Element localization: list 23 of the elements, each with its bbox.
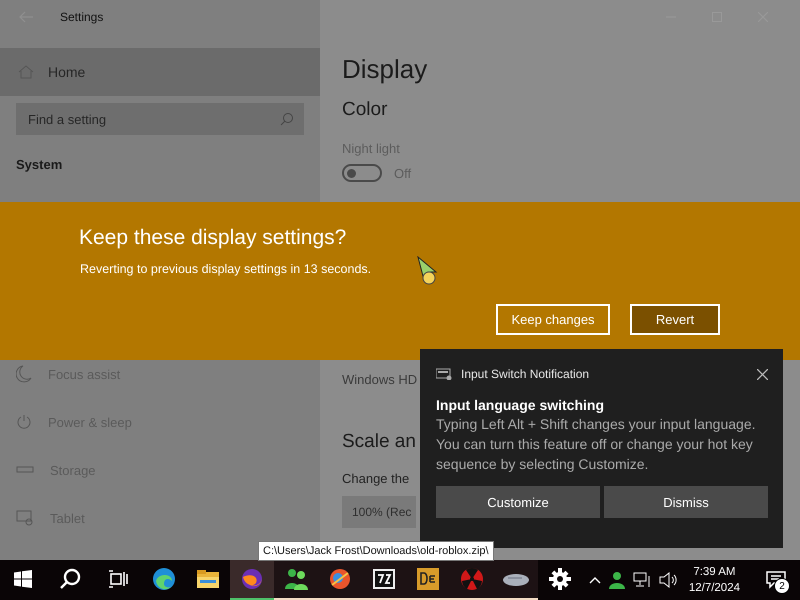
page-title: Display [342, 54, 428, 85]
notification-button[interactable]: Customize [436, 486, 600, 518]
dialog-message: Reverting to previous display settings in 13 seconds. [80, 262, 372, 276]
setting-text: Windows HD [342, 372, 418, 387]
scale-dropdown[interactable]: 100% (Rec [342, 496, 416, 528]
window-title: Settings [60, 10, 104, 24]
notification-app-name: Input Switch Notification [461, 367, 590, 381]
home-nav-item[interactable]: Home [0, 48, 320, 96]
action-center-button[interactable]: 2 [758, 560, 794, 600]
section-heading: Color [342, 99, 388, 121]
setting-label: Change the [342, 471, 410, 486]
path-tooltip: C:\Users\Jack Frost\Downloads\old-roblox.zip\ [258, 541, 494, 561]
dialog-button[interactable]: Revert [630, 304, 720, 335]
clock[interactable]: 7:39 AM 12/7/2024 [688, 564, 740, 596]
notification-body: Typing Left Alt + Shift changes your input language. You can turn this feature off or change your hot key sequence by selecting Customize. [436, 415, 756, 474]
dialog-title: Keep these display settings? [79, 226, 346, 250]
section-heading: Scale an [342, 431, 416, 453]
notification-button[interactable]: Dismiss [604, 486, 768, 518]
search-field[interactable]: Find a setting [16, 103, 304, 135]
dialog-button[interactable]: Keep changes [496, 304, 610, 335]
section-label: System [16, 157, 64, 172]
notification-count: 2 [774, 578, 790, 594]
notification-title: Input language switching [436, 397, 605, 413]
